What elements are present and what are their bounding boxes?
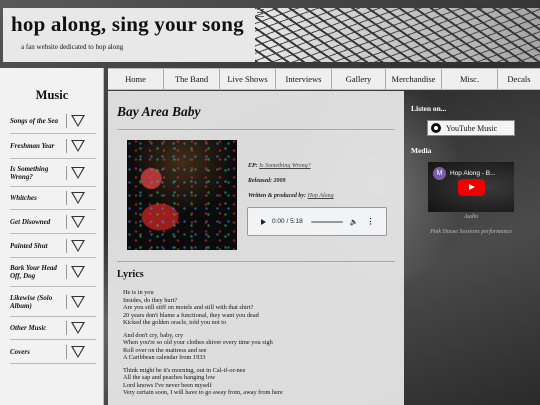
sidebar-item-covers[interactable]: Covers (10, 340, 96, 364)
channel-avatar[interactable]: M (433, 167, 446, 180)
ep-label: EP: (248, 163, 258, 169)
media-heading: Media (411, 146, 432, 155)
sidebar-item-label: Likewise (Solo Album) (10, 293, 53, 310)
dropdown-triangle-icon[interactable] (71, 266, 85, 278)
menu-icon[interactable] (257, 9, 264, 17)
sidebar-item-label: Whitches (10, 194, 37, 202)
sidebar-item-label: Bark Your Head Off, Dog (10, 264, 57, 280)
play-icon[interactable] (261, 218, 266, 225)
lyrics-stanza: Think might be it's morning, out in Cal-… (123, 366, 283, 397)
sidebar-item-label: Songs of the Sea (10, 116, 59, 125)
sidebar-item-get-disowned[interactable]: Get Disowned (10, 210, 96, 234)
written-label: Written & produced by: (248, 193, 307, 199)
dropdown-triangle-icon[interactable] (71, 140, 85, 152)
site-tagline: a fan website dedicated to hop along (21, 43, 124, 51)
sidebar-item-painted-shut[interactable]: Painted Shut (10, 234, 96, 258)
nav-home[interactable]: Home (108, 69, 164, 89)
dropdown-triangle-icon[interactable] (71, 239, 85, 252)
nav-live-shows[interactable]: Live Shows (220, 69, 276, 89)
dropdown-triangle-icon[interactable] (71, 295, 85, 308)
audio-player: 0:00 / 5:18 🔈 ⋮ (247, 207, 387, 236)
sidebar-item-label: Freshman Year (10, 142, 55, 150)
sidebar-item-bark-your-head-off-dog[interactable]: Bark Your Head Off, Dog (10, 258, 96, 287)
sidebar-title: Music (35, 88, 69, 102)
divider (117, 129, 395, 130)
released-label: Released: (248, 178, 272, 184)
lyrics-stanza: And don't cry, baby, cry When you're so … (123, 331, 273, 362)
youtube-music-button[interactable]: YouTube Music (427, 120, 515, 136)
sidebar-item-is-something-wrong[interactable]: Is Something Wrong? (10, 159, 96, 187)
sidebar-item-label: Is Something Wrong? (10, 164, 49, 181)
dropdown-triangle-icon[interactable] (71, 166, 85, 179)
music-sidebar: Music Songs of the Sea Freshman Year Is … (0, 68, 104, 405)
ep-link[interactable]: Is Something Wrong? (259, 163, 310, 169)
youtube-play-icon[interactable] (458, 179, 485, 196)
dropdown-triangle-icon[interactable] (71, 114, 85, 127)
listen-heading: Listen on... (411, 104, 447, 113)
song-title: Bay Area Baby (117, 104, 201, 119)
nav-gallery[interactable]: Gallery (332, 69, 386, 89)
youtube-music-label: YouTube Music (446, 123, 498, 133)
sidebar-item-freshman-year[interactable]: Freshman Year (10, 134, 96, 159)
release-info: Released: 2009 (248, 178, 286, 184)
video-title[interactable]: Hop Along - B... (450, 170, 496, 177)
sidebar-item-whitches[interactable]: Whitches (10, 187, 96, 210)
dropdown-triangle-icon[interactable] (71, 192, 85, 204)
credits-info: Written & produced by: Hop Along (248, 193, 334, 199)
lyrics-heading: Lyrics (117, 269, 144, 280)
dropdown-triangle-icon[interactable] (71, 345, 85, 358)
site-header: hop along, sing your song a fan website … (3, 8, 540, 62)
released-value: 2009 (273, 178, 286, 184)
nav-merchandise[interactable]: Merchandise (386, 69, 442, 89)
sidebar-item-other-music[interactable]: Other Music (10, 317, 96, 340)
audio-time: 0:00 / 5:18 (272, 218, 303, 225)
volume-icon[interactable]: 🔈 (350, 218, 359, 226)
youtube-music-icon (431, 123, 441, 133)
divider (117, 261, 395, 262)
audio-caption: Audio (463, 214, 479, 220)
nav-decals[interactable]: Decals (498, 69, 540, 89)
lyrics-stanza: He is in you Insides, do they hurt? Are … (123, 289, 259, 326)
more-options-icon[interactable]: ⋮ (366, 217, 374, 226)
sidebar-item-label: Painted Shut (10, 241, 48, 250)
top-navigation: Home The Band Live Shows Interviews Gall… (108, 68, 540, 90)
nav-interviews[interactable]: Interviews (276, 69, 332, 89)
sidebar-item-label: Covers (10, 347, 30, 356)
dropdown-triangle-icon[interactable] (71, 215, 85, 228)
sidebar-item-likewise[interactable]: Likewise (Solo Album) (10, 287, 96, 317)
lyrics-body: He is in you Insides, do they hurt? Are … (123, 289, 393, 402)
song-panel: Bay Area Baby EP: Is Something Wrong? Re… (108, 91, 404, 405)
site-title[interactable]: hop along, sing your song (11, 12, 244, 37)
audio-progress-bar[interactable] (310, 220, 343, 223)
sidebar-item-songs-of-the-sea[interactable]: Songs of the Sea (10, 108, 96, 134)
dropdown-triangle-icon[interactable] (71, 322, 85, 334)
header-illustration (255, 8, 540, 62)
sidebar-item-label: Other Music (10, 324, 47, 332)
ep-info: EP: Is Something Wrong? (248, 163, 311, 169)
video-caption: Pink House Sessions performance (430, 229, 512, 235)
nav-misc[interactable]: Misc. (442, 69, 498, 89)
nav-the-band[interactable]: The Band (164, 69, 220, 89)
artist-link[interactable]: Hop Along (308, 193, 334, 199)
youtube-video-embed[interactable]: M Hop Along - B... (428, 162, 514, 212)
sidebar-item-label: Get Disowned (10, 217, 51, 226)
